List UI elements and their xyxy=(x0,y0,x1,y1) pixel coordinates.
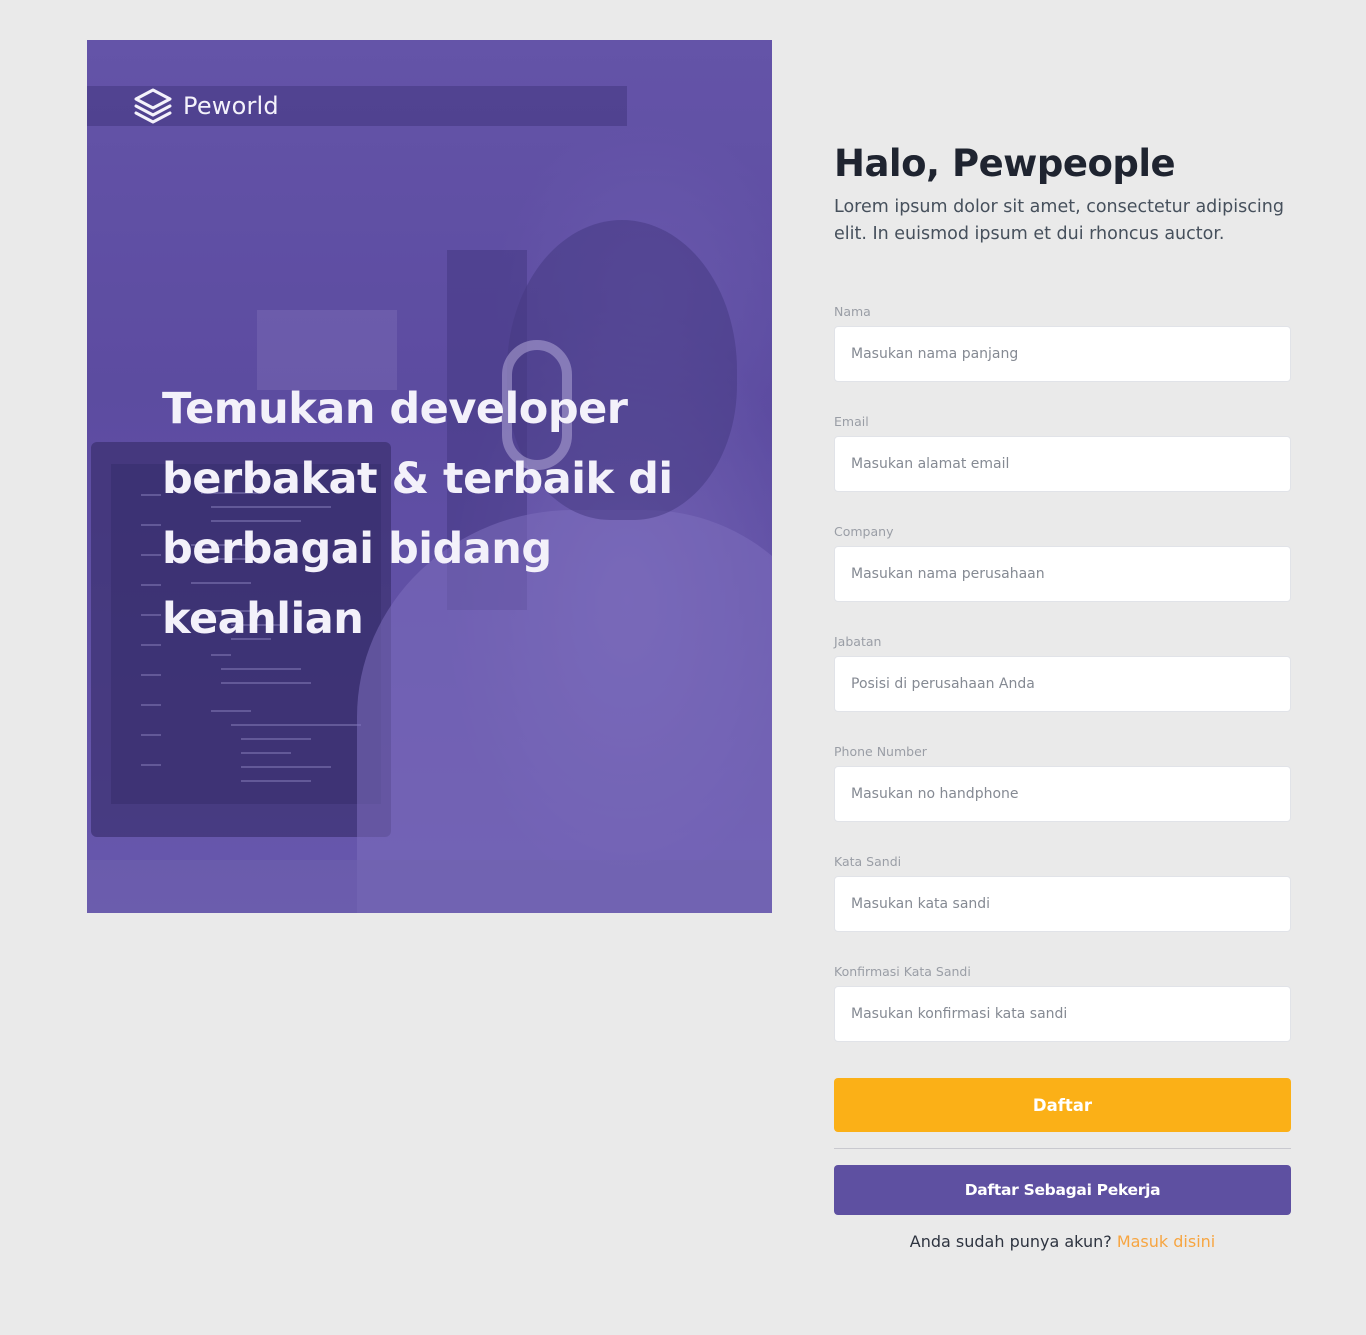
phone-field-group: Phone Number xyxy=(834,744,1291,822)
email-label: Email xyxy=(834,414,869,429)
register-button[interactable]: Daftar xyxy=(834,1078,1291,1132)
company-label: Company xyxy=(834,524,894,539)
page-subtitle: Lorem ipsum dolor sit amet, consectetur … xyxy=(834,197,1284,244)
form-header: Halo, Pewpeople Lorem ipsum dolor sit am… xyxy=(834,140,1291,248)
name-label: Nama xyxy=(834,304,871,319)
confirm-password-input[interactable] xyxy=(834,986,1291,1042)
name-input[interactable] xyxy=(834,326,1291,382)
page-title: Halo, Pewpeople xyxy=(834,142,1176,185)
phone-input[interactable] xyxy=(834,766,1291,822)
stacked-layers-icon xyxy=(134,88,172,124)
password-field-group: Kata Sandi xyxy=(834,854,1291,932)
company-input[interactable] xyxy=(834,546,1291,602)
login-link[interactable]: Masuk disini xyxy=(1117,1232,1215,1251)
company-field-group: Company xyxy=(834,524,1291,602)
password-input[interactable] xyxy=(834,876,1291,932)
hero-headline: Temukan developer berbakat & terbaik di … xyxy=(162,384,673,644)
brand-logo[interactable]: Peworld xyxy=(133,86,279,126)
position-field-group: Jabatan xyxy=(834,634,1291,712)
email-field-group: Email xyxy=(834,414,1291,492)
login-prompt-text: Anda sudah punya akun? xyxy=(909,1232,1112,1251)
email-input[interactable] xyxy=(834,436,1291,492)
divider xyxy=(834,1148,1291,1149)
confirm-password-label: Konfirmasi Kata Sandi xyxy=(834,964,971,979)
phone-label: Phone Number xyxy=(834,744,927,759)
register-as-worker-button[interactable]: Daftar Sebagai Pekerja xyxy=(834,1165,1291,1215)
hero-panel: Peworld Temukan developer berbakat & ter… xyxy=(87,40,772,913)
confirm-password-field-group: Konfirmasi Kata Sandi xyxy=(834,964,1291,1042)
name-field-group: Nama xyxy=(834,304,1291,382)
brand-name: Peworld xyxy=(183,92,279,120)
login-prompt: Anda sudah punya akun? Masuk disini xyxy=(834,1230,1291,1254)
position-input[interactable] xyxy=(834,656,1291,712)
position-label: Jabatan xyxy=(834,634,882,649)
password-label: Kata Sandi xyxy=(834,854,902,869)
